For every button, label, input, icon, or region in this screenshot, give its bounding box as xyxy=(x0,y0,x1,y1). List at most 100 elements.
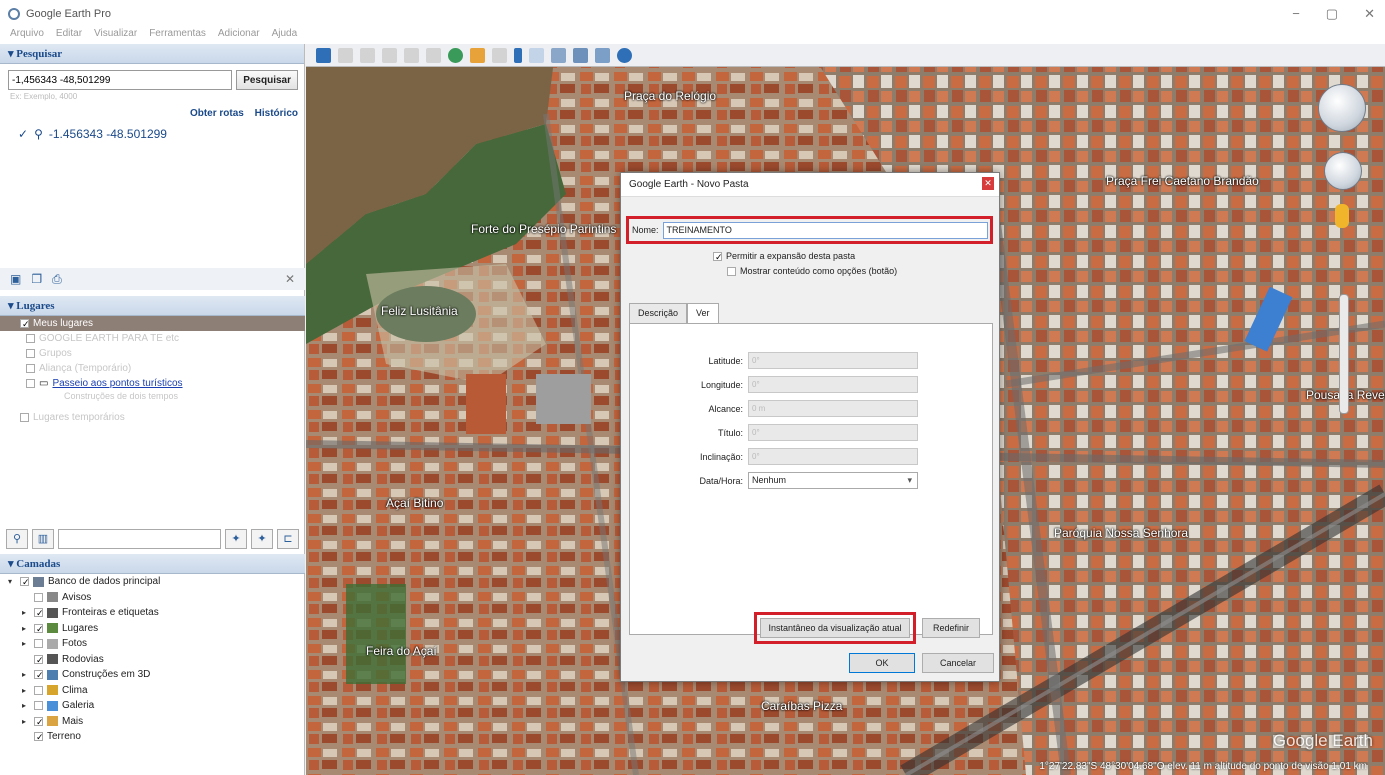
cancel-button[interactable]: Cancelar xyxy=(922,653,994,673)
layer-checkbox[interactable] xyxy=(34,670,43,680)
earth-gallery-icon[interactable] xyxy=(617,47,632,63)
tab-ver[interactable]: Ver xyxy=(687,303,719,323)
tilt-field[interactable]: 0° xyxy=(748,448,918,465)
overlay-icon[interactable] xyxy=(404,47,419,63)
move-up-icon[interactable]: ✦ xyxy=(225,529,247,549)
tree-item-link[interactable]: Passeio aos pontos turísticos xyxy=(52,378,182,389)
layer-checkbox[interactable] xyxy=(34,608,43,618)
layer-item[interactable]: ▸ Galeria xyxy=(0,698,305,714)
layer-checkbox[interactable] xyxy=(34,639,43,649)
longitude-field[interactable]: 0° xyxy=(748,376,918,393)
zoom-slider[interactable] xyxy=(1339,294,1349,414)
sunlight-icon[interactable] xyxy=(470,47,485,63)
layer-checkbox[interactable] xyxy=(34,685,43,695)
close-window-button[interactable]: ✕ xyxy=(1364,6,1375,22)
street-view-pegman-icon[interactable] xyxy=(1335,204,1349,228)
tree-item-my-places[interactable]: Meus lugares xyxy=(0,316,305,331)
expand-folder-option[interactable]: Permitir a expansão desta pasta xyxy=(713,251,855,261)
dialog-close-button[interactable]: ✕ xyxy=(982,177,994,190)
datetime-select[interactable]: Nenhum xyxy=(748,472,918,489)
menu-arquivo[interactable]: Arquivo xyxy=(10,28,44,44)
expand-checkbox[interactable] xyxy=(713,251,722,261)
new-folder-icon[interactable]: ⊏ xyxy=(277,529,299,549)
layers-header[interactable]: ▾ Camadas xyxy=(0,554,305,574)
layer-checkbox[interactable] xyxy=(34,701,43,711)
layer-item[interactable]: ▸ Construções em 3D xyxy=(0,667,305,683)
expand-arrow-icon[interactable]: ▸ xyxy=(22,717,30,726)
tree-item-passeio[interactable]: ▭ Passeio aos pontos turísticos xyxy=(0,376,305,391)
menu-ajuda[interactable]: Ajuda xyxy=(272,28,298,44)
maps-icon[interactable] xyxy=(595,47,610,63)
range-field[interactable]: 0 m xyxy=(748,400,918,417)
pan-control-icon[interactable] xyxy=(1324,152,1362,190)
search-button[interactable]: Pesquisar xyxy=(236,70,298,90)
tree-item-temporary[interactable]: Lugares temporários xyxy=(0,410,305,425)
reset-button[interactable]: Redefinir xyxy=(922,618,980,638)
layer-checkbox[interactable] xyxy=(34,716,43,726)
print-icon[interactable]: ⎙ xyxy=(52,272,62,287)
menu-ferramentas[interactable]: Ferramentas xyxy=(149,28,206,44)
layer-item[interactable]: ▸ Clima xyxy=(0,683,305,699)
places-header[interactable]: ▾ Lugares xyxy=(0,296,305,316)
tour-icon[interactable] xyxy=(426,47,441,63)
save-image-icon[interactable] xyxy=(573,47,588,63)
menu-adicionar[interactable]: Adicionar xyxy=(218,28,260,44)
copy-icon[interactable]: ❐ xyxy=(31,272,42,286)
layer-checkbox[interactable] xyxy=(34,623,43,633)
clear-icon[interactable]: ✕ xyxy=(285,272,295,286)
search-header[interactable]: ▾ Pesquisar xyxy=(0,44,304,64)
panel-icon[interactable]: ▥ xyxy=(32,529,54,549)
history-link[interactable]: Histórico xyxy=(255,108,298,119)
placemark-icon[interactable] xyxy=(338,47,353,63)
name-input[interactable]: TREINAMENTO xyxy=(662,221,988,239)
layer-item[interactable]: ▾ Banco de dados principal xyxy=(0,574,305,590)
email-icon[interactable] xyxy=(529,47,544,63)
folder-icon[interactable]: ▣ xyxy=(10,272,21,286)
maximize-button[interactable]: ▢ xyxy=(1326,6,1338,22)
expand-arrow-icon[interactable]: ▾ xyxy=(8,577,16,586)
expand-arrow-icon[interactable]: ▸ xyxy=(22,701,30,710)
search-result[interactable]: ✓ ⚲ -1.456343 -48.501299 xyxy=(0,119,304,141)
layer-checkbox[interactable] xyxy=(34,654,43,664)
polygon-icon[interactable] xyxy=(360,47,375,63)
places-search-input[interactable] xyxy=(58,529,221,549)
layer-checkbox[interactable] xyxy=(20,577,29,587)
ruler-icon[interactable] xyxy=(514,47,522,63)
layer-checkbox[interactable] xyxy=(34,592,43,602)
snapshot-view-button[interactable]: Instantâneo da visualização atual xyxy=(760,618,910,638)
expand-arrow-icon[interactable]: ▸ xyxy=(22,686,30,695)
path-icon[interactable] xyxy=(382,47,397,63)
layer-item[interactable]: ▸ Lugares xyxy=(0,621,305,637)
layer-item[interactable]: ▸ Mais xyxy=(0,714,305,730)
heading-field[interactable]: 0° xyxy=(748,424,918,441)
show-options-checkbox[interactable] xyxy=(727,266,736,276)
historical-imagery-icon[interactable] xyxy=(448,47,463,63)
compass-icon[interactable] xyxy=(1318,84,1366,132)
tree-item-alianca[interactable]: Aliança (Temporário) xyxy=(0,361,305,376)
search-icon[interactable]: ⚲ xyxy=(6,529,28,549)
sidebar-toggle-icon[interactable] xyxy=(316,47,331,63)
print-icon[interactable] xyxy=(551,47,566,63)
layer-item[interactable]: ▸ Fotos xyxy=(0,636,305,652)
menu-visualizar[interactable]: Visualizar xyxy=(94,28,137,44)
layer-item[interactable]: Avisos xyxy=(0,590,305,606)
tab-descricao[interactable]: Descrição xyxy=(629,303,688,323)
expand-arrow-icon[interactable]: ▸ xyxy=(22,639,30,648)
layer-item[interactable]: Terreno xyxy=(0,729,305,745)
expand-arrow-icon[interactable]: ▸ xyxy=(22,670,30,679)
layer-item[interactable]: ▸ Fronteiras e etiquetas xyxy=(0,605,305,621)
menu-editar[interactable]: Editar xyxy=(56,28,82,44)
planets-icon[interactable] xyxy=(492,47,507,63)
show-as-options-option[interactable]: Mostrar conteúdo como opções (botão) xyxy=(727,266,897,276)
layer-checkbox[interactable] xyxy=(34,732,43,742)
directions-link[interactable]: Obter rotas xyxy=(190,108,244,119)
expand-arrow-icon[interactable]: ▸ xyxy=(22,624,30,633)
move-down-icon[interactable]: ✦ xyxy=(251,529,273,549)
ok-button[interactable]: OK xyxy=(849,653,915,673)
tree-item-grupos[interactable]: Grupos xyxy=(0,346,305,361)
expand-arrow-icon[interactable]: ▸ xyxy=(22,608,30,617)
minimize-button[interactable]: − xyxy=(1292,6,1300,22)
layer-item[interactable]: Rodovias xyxy=(0,652,305,668)
tree-item-google-earth[interactable]: GOOGLE EARTH PARA TE etc xyxy=(0,331,305,346)
search-input[interactable] xyxy=(8,70,233,90)
